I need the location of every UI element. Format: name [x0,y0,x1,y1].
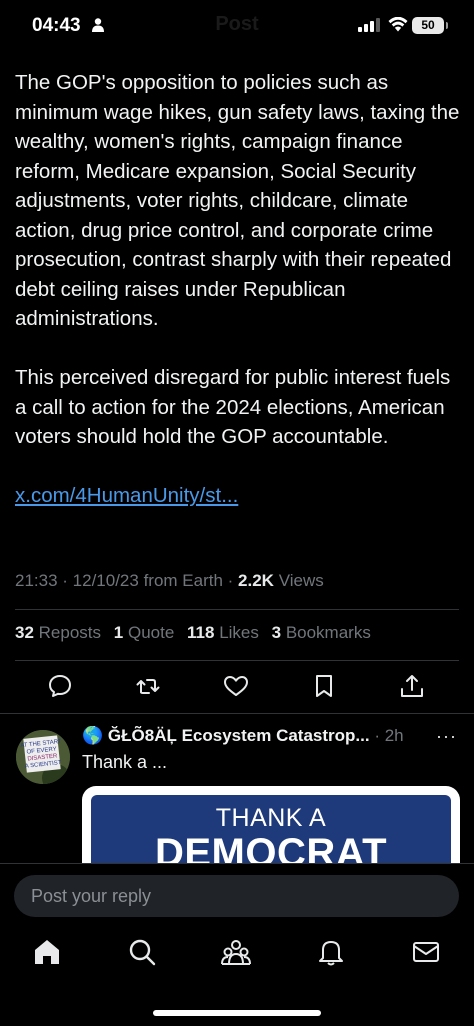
action-bar [0,672,474,702]
reply-post[interactable]: AT THE START OF EVERY DISASTER A SCIENTI… [0,714,474,864]
reply-time: 2h [384,726,404,745]
bookmarks-label: Bookmarks [285,623,371,642]
media-text-line1: THANK A [215,804,327,832]
likes-stat[interactable]: 118 Likes [187,623,259,642]
reposts-label: Reposts [38,623,102,642]
reply-icon[interactable] [46,672,74,700]
messages-icon[interactable] [411,937,441,967]
tweet-text: The GOP's opposition to policies such as… [15,68,463,511]
reposts-count: 32 [15,623,34,642]
home-icon[interactable] [32,937,62,967]
tweet-meta: 21:33 · 12/10/23 from Earth · 2.2K Views [15,571,324,590]
avatar-image: AT THE START OF EVERY DISASTER A SCIENTI… [16,730,70,784]
quotes-stat[interactable]: 1 Quote [114,623,175,642]
tweet-paragraph: This perceived disregard for public inte… [15,366,451,448]
wifi-icon [388,17,408,32]
bookmarks-count: 3 [271,623,282,642]
tweet-paragraph: The GOP's opposition to policies such as… [15,71,460,330]
bookmark-icon[interactable] [310,672,338,700]
share-icon[interactable] [398,672,426,700]
reposts-stat[interactable]: 32 Reposts [15,623,101,642]
engagement-stats: 32 Reposts 1 Quote 118 Likes 3 Bookmarks [15,623,379,643]
divider [15,660,459,661]
reply-input[interactable]: Post your reply [14,875,459,917]
media-banner: THANK A DEMOCRAT [91,795,451,864]
communities-icon[interactable] [221,937,251,967]
reply-author-name[interactable]: ĞŁÕ8ÄĻ Ecosystem Catastrop... [108,726,370,745]
tweet-source: from Earth [143,571,223,590]
home-indicator[interactable] [153,1010,321,1016]
bottom-panel: Post your reply [0,863,474,1026]
tweet-link[interactable]: x.com/4HumanUnity/st... [15,484,238,507]
search-icon[interactable] [127,937,157,967]
quotes-count: 1 [113,623,124,642]
status-bar: 04:43 Post 50 [0,0,474,52]
repost-icon[interactable] [134,672,162,700]
tweet-time: 21:33 [15,571,58,590]
avatar[interactable]: AT THE START OF EVERY DISASTER A SCIENTI… [16,730,70,784]
reply-media-image[interactable]: THANK A DEMOCRAT [82,786,460,864]
quotes-label: Quote [127,623,175,642]
bookmarks-stat[interactable]: 3 Bookmarks [272,623,371,642]
reply-header: 🌎 ĞŁÕ8ÄĻ Ecosystem Catastrop... · 2h [82,726,404,745]
likes-count: 118 [187,623,215,642]
likes-label: Likes [219,623,259,642]
media-text-line2: DEMOCRAT [154,831,388,864]
cellular-signal-icon [358,18,380,32]
reply-text: Thank a ... [82,752,168,772]
more-options-icon[interactable]: ··· [436,726,457,747]
notifications-icon[interactable] [316,937,346,967]
views-label: Views [278,571,324,590]
tweet-date: 12/10/23 [72,571,139,590]
divider [15,609,459,610]
bottom-navigation [0,937,474,977]
battery-indicator: 50 [412,17,448,34]
views-count[interactable]: 2.2K [238,571,274,590]
globe-emoji-icon: 🌎 [82,726,104,745]
heart-icon[interactable] [222,672,250,700]
